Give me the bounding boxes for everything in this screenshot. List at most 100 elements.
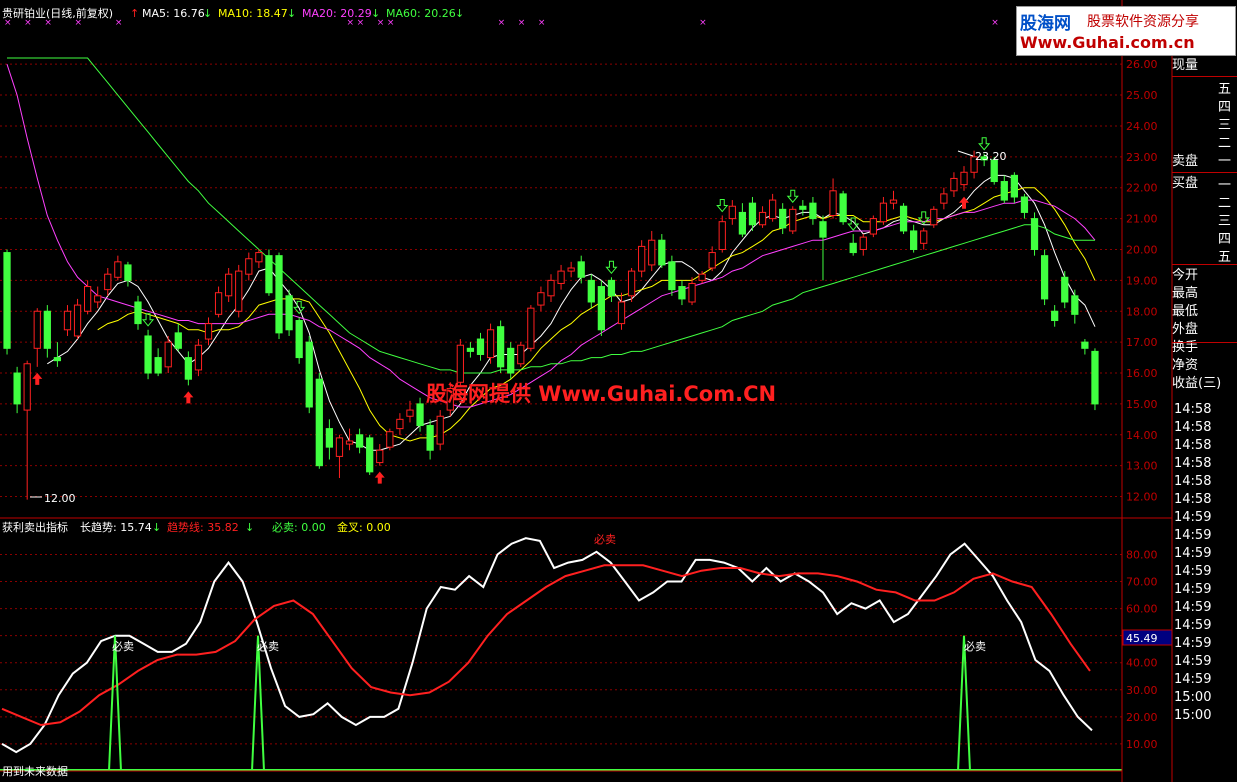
candle <box>144 329 152 380</box>
candle-body <box>748 202 757 226</box>
indicator-tick-label: 10.00 <box>1126 738 1158 751</box>
candle <box>849 234 857 256</box>
stock-name: 贵研铂业(日线,前复权) <box>2 6 113 20</box>
candle-body <box>738 211 747 235</box>
down-arrow-icon: ↓ <box>245 521 254 534</box>
candle <box>648 230 656 272</box>
must-sell-spike <box>251 635 265 772</box>
candle-body <box>617 301 626 325</box>
candle-body <box>315 378 323 467</box>
trade-time: 15:00 <box>1174 690 1212 705</box>
candle-body <box>426 425 434 451</box>
candle-body <box>235 270 243 312</box>
candle-body <box>184 357 192 380</box>
trade-time: 14:58 <box>1174 438 1212 453</box>
quote-side-panel: 现量五四三二一卖盘 买盘一二三四五今开 最高 最低 外盘 换手 净资 收益(三) 14:58 14… <box>1172 56 1237 782</box>
high-annotation: 23.20 <box>975 150 1007 163</box>
candle-body <box>164 341 172 368</box>
candle-body <box>355 434 364 448</box>
candle-body <box>799 205 807 210</box>
candle <box>486 323 495 364</box>
candle-body <box>768 199 777 220</box>
candle-body <box>940 193 948 204</box>
trade-time: 14:59 <box>1174 564 1212 579</box>
candle <box>920 227 928 250</box>
ma10-label: MA10: 18.47 <box>218 7 288 20</box>
buy-arrow-icon <box>374 471 385 484</box>
candle-body <box>476 338 485 355</box>
candle-body <box>1040 255 1049 300</box>
down-arrow-icon: ↓ <box>371 7 380 20</box>
candle <box>728 200 736 225</box>
candle-body <box>728 205 736 220</box>
candle-body <box>1081 341 1089 349</box>
candle <box>950 172 958 197</box>
side-panel-label: 五 <box>1218 82 1232 97</box>
price-tick-label: 15.00 <box>1126 398 1158 411</box>
sell-signal-label: 必卖 <box>257 640 279 653</box>
indicator-tick-label: 30.00 <box>1126 684 1158 697</box>
price-tick-label: 19.00 <box>1126 274 1158 287</box>
candle <box>406 400 414 423</box>
candle-body <box>366 437 374 473</box>
candle-body <box>245 258 253 275</box>
current-value: 45.49 <box>1126 632 1158 645</box>
candle-body <box>920 230 928 244</box>
candle <box>154 348 162 377</box>
signal-markers: × × × × × × × × × × × × × × <box>4 18 999 484</box>
candle-body <box>1030 218 1039 250</box>
candle <box>13 366 21 414</box>
side-panel-divider <box>1172 342 1237 343</box>
candle-body <box>53 357 62 362</box>
candle <box>1071 289 1079 324</box>
candle <box>678 280 686 306</box>
side-panel-divider <box>1172 76 1237 77</box>
sell-signal-label: 必卖 <box>964 640 986 653</box>
trade-time: 15:00 <box>1174 708 1212 723</box>
candle <box>476 332 485 361</box>
candle-body <box>859 236 867 250</box>
candle-body <box>3 252 11 349</box>
sell-arrow-icon <box>716 199 729 213</box>
trade-time: 14:59 <box>1174 546 1212 561</box>
candle <box>245 252 253 281</box>
candle-body <box>497 326 505 368</box>
cross-marker-icon: × <box>498 18 506 28</box>
trade-time: 14:58 <box>1174 474 1212 489</box>
candle-body <box>456 344 464 383</box>
candle-body <box>809 202 817 220</box>
candle-body <box>789 208 797 232</box>
candle <box>768 193 777 222</box>
candle <box>416 397 424 432</box>
candle <box>114 255 122 281</box>
down-arrow-icon: ↓ <box>455 7 464 20</box>
candle <box>708 246 716 272</box>
candle-body <box>910 230 918 250</box>
candle-body <box>285 295 293 331</box>
trade-time: 14:59 <box>1174 510 1212 525</box>
price-tick-label: 13.00 <box>1126 460 1158 473</box>
candle <box>809 196 817 225</box>
candle <box>396 413 404 435</box>
candle <box>1000 175 1008 204</box>
trade-time: 14:58 <box>1174 420 1212 435</box>
candle-body <box>144 335 152 374</box>
candle-body <box>698 273 706 281</box>
candle <box>930 206 938 228</box>
site-logo[interactable]: 股海网 股票软件资源分享 Www.Guhai.com.cn <box>1016 6 1236 56</box>
candle-body <box>678 286 686 300</box>
price-tick-label: 12.00 <box>1126 491 1158 504</box>
must-sell-spike <box>957 635 971 772</box>
candle <box>305 335 313 414</box>
side-panel-label: 二 <box>1218 196 1232 211</box>
side-panel-label: 最高 <box>1172 286 1199 301</box>
candle-body <box>668 261 676 291</box>
candle <box>295 317 303 364</box>
candle-body <box>1010 174 1018 198</box>
candle-body <box>829 190 837 217</box>
candle <box>617 292 626 330</box>
candle <box>1051 305 1059 327</box>
candle-body <box>436 415 444 445</box>
candle-body <box>104 273 112 291</box>
side-panel-label: 净资 <box>1172 358 1199 373</box>
